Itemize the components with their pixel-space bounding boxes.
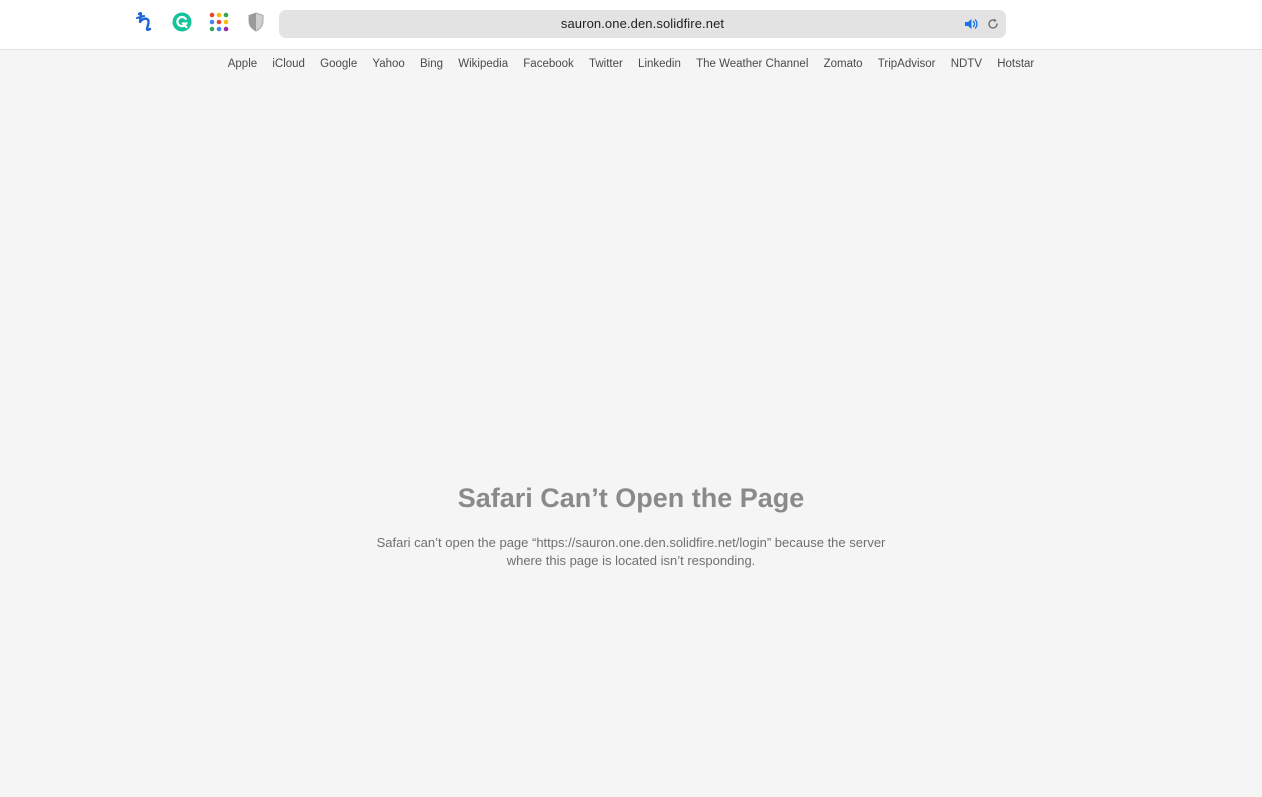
address-text[interactable]: sauron.one.den.solidfire.net	[279, 16, 1006, 31]
favorite-wikipedia[interactable]: Wikipedia	[451, 56, 516, 74]
favorite-zomato[interactable]: Zomato	[816, 56, 870, 74]
apps-grid-icon	[208, 11, 230, 38]
browser-toolbar: sauron.one.den.solidfire.net	[0, 0, 1262, 50]
privacy-shield-extension-button[interactable]	[244, 11, 268, 37]
favorite-apple[interactable]: Apple	[220, 56, 265, 74]
browser-window: sauron.one.den.solidfire.net Apple iClou…	[0, 0, 1262, 797]
favorite-icloud[interactable]: iCloud	[265, 56, 313, 74]
favorite-facebook[interactable]: Facebook	[516, 56, 582, 74]
grammarly-extension-button[interactable]	[170, 12, 194, 36]
error-message: Safari can’t open the page “https://saur…	[376, 535, 886, 568]
apps-grid-extension-button[interactable]	[207, 12, 231, 36]
favorite-hotstar[interactable]: Hotstar	[990, 56, 1042, 74]
favorite-weather-channel[interactable]: The Weather Channel	[688, 56, 816, 74]
favorite-yahoo[interactable]: Yahoo	[365, 56, 413, 74]
favorite-google[interactable]: Google	[313, 56, 365, 74]
honey-icon	[135, 11, 155, 38]
favorite-tripadvisor[interactable]: TripAdvisor	[870, 56, 943, 74]
speaker-icon[interactable]	[963, 16, 979, 32]
privacy-shield-icon	[247, 11, 265, 37]
favorites-bar: Apple iCloud Google Yahoo Bing Wikipedia…	[0, 56, 1262, 74]
address-bar[interactable]: sauron.one.den.solidfire.net	[279, 10, 1006, 38]
favorite-twitter[interactable]: Twitter	[581, 56, 630, 74]
favorite-ndtv[interactable]: NDTV	[943, 56, 990, 74]
honey-extension-button[interactable]	[133, 11, 157, 38]
favorite-linkedin[interactable]: Linkedin	[630, 56, 688, 74]
reload-icon[interactable]	[985, 16, 1001, 32]
favorite-bing[interactable]: Bing	[412, 56, 450, 74]
error-title: Safari Can’t Open the Page	[457, 483, 805, 513]
error-page: Safari Can’t Open the Page Safari can’t …	[0, 480, 1262, 570]
grammarly-icon	[172, 12, 192, 37]
